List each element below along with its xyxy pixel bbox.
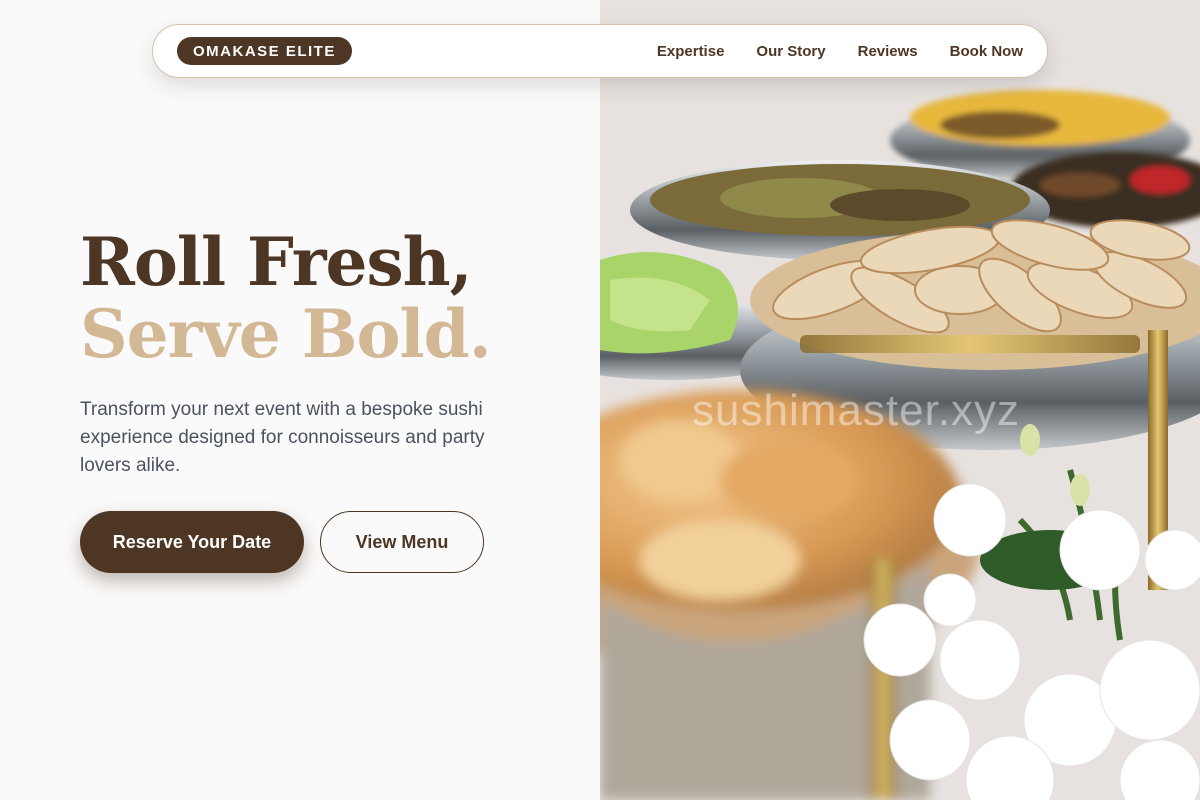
- top-navigation: OMAKASE ELITE Expertise Our Story Review…: [152, 24, 1048, 78]
- nav-links: Expertise Our Story Reviews Book Now: [657, 43, 1023, 60]
- nav-link-book-now[interactable]: Book Now: [950, 43, 1023, 60]
- hero-section: Roll Fresh, Serve Bold. Transform your n…: [0, 0, 600, 800]
- brand-logo[interactable]: OMAKASE ELITE: [177, 37, 352, 65]
- view-menu-button[interactable]: View Menu: [320, 511, 484, 573]
- image-watermark: sushimaster.xyz: [692, 386, 1020, 435]
- reserve-date-button[interactable]: Reserve Your Date: [80, 511, 304, 573]
- hero-title-line1: Roll Fresh,: [80, 223, 473, 301]
- hero-subtitle: Transform your next event with a bespoke…: [80, 399, 485, 476]
- nav-link-reviews[interactable]: Reviews: [858, 43, 918, 60]
- nav-link-our-story[interactable]: Our Story: [756, 43, 825, 60]
- hero-title: Roll Fresh, Serve Bold.: [80, 226, 580, 370]
- nav-link-expertise[interactable]: Expertise: [657, 43, 725, 60]
- hero-title-line2: Serve Bold.: [80, 295, 492, 373]
